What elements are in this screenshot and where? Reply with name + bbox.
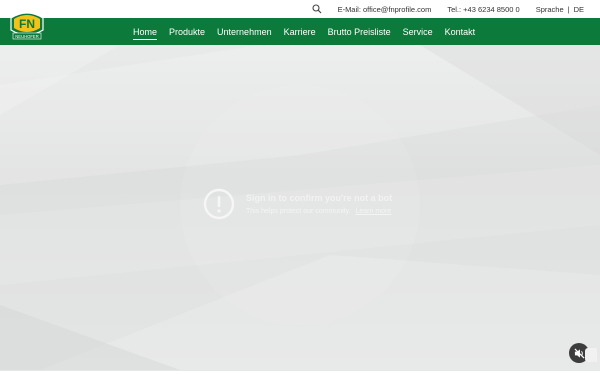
- nav-item-service[interactable]: Service: [403, 18, 433, 45]
- email-link[interactable]: E-Mail: office@fnprofile.com: [338, 5, 432, 14]
- side-tab[interactable]: [585, 348, 597, 362]
- page-bottom-strip: [0, 370, 600, 375]
- fn-neuhofer-logo[interactable]: FN NEUHOFER: [8, 8, 46, 42]
- top-utility-bar: E-Mail: office@fnprofile.com Tel.: +43 6…: [0, 0, 600, 18]
- muted-speaker-icon: [573, 347, 585, 359]
- hero-video[interactable]: Sign in to confirm you're not a bot This…: [0, 45, 600, 370]
- nav-item-brutto-preisliste[interactable]: Brutto Preisliste: [328, 18, 391, 45]
- svg-text:FN: FN: [19, 17, 35, 31]
- language-switcher[interactable]: Sprache | DE: [536, 5, 584, 14]
- alert-circle-icon: [203, 188, 235, 220]
- language-label: Sprache: [535, 4, 564, 14]
- nav-item-kontakt[interactable]: Kontakt: [445, 18, 476, 45]
- notice-subtitle: This helps protect our community.: [246, 208, 351, 215]
- svg-text:NEUHOFER: NEUHOFER: [15, 34, 39, 39]
- bot-check-notice: Sign in to confirm you're not a bot This…: [203, 188, 392, 220]
- language-code[interactable]: DE: [574, 5, 584, 14]
- learn-more-link[interactable]: Learn more: [355, 208, 391, 215]
- nav-item-home[interactable]: Home: [133, 18, 158, 45]
- phone-link[interactable]: Tel.: +43 6234 8500 0: [447, 5, 519, 14]
- nav-item-unternehmen[interactable]: Unternehmen: [217, 18, 272, 45]
- main-nav: Home Produkte Unternehmen Karriere Brutt…: [133, 18, 487, 45]
- nav-item-karriere[interactable]: Karriere: [284, 18, 316, 45]
- search-icon[interactable]: [312, 4, 322, 14]
- nav-item-produkte[interactable]: Produkte: [169, 18, 205, 45]
- main-navbar: FN NEUHOFER Home Produkte Unternehmen Ka…: [0, 12, 600, 45]
- notice-subtitle-row: This helps protect our community. Learn …: [246, 208, 392, 215]
- language-separator: |: [567, 4, 570, 14]
- notice-title: Sign in to confirm you're not a bot: [246, 193, 393, 203]
